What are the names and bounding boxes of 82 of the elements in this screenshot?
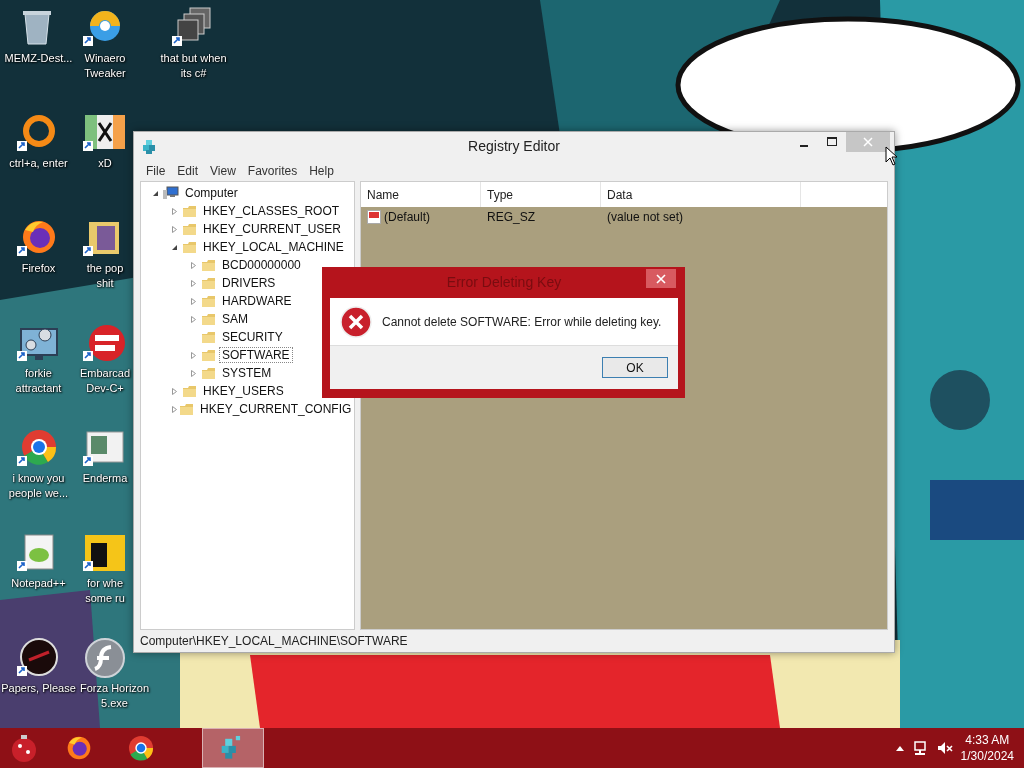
expand-arrow-icon[interactable] [189,314,198,324]
expand-arrow-icon[interactable] [189,260,198,270]
clock-time: 4:33 AM [964,732,1011,748]
folder-icon [201,366,216,380]
expand-arrow-icon[interactable] [189,350,198,360]
icon-label[interactable]: that but when its c# [160,51,227,81]
expand-arrow-icon[interactable] [170,386,179,396]
tree-item[interactable]: SECURITY [219,329,286,345]
app-icon [142,139,158,156]
icon-label[interactable]: i know you people we... [8,471,69,501]
tree-item[interactable]: HKEY_USERS [200,383,287,399]
dialog-title: Error Deleting Key [446,273,562,292]
tree-item[interactable]: HKEY_CURRENT_USER [200,221,345,237]
ornament-icon [9,733,39,763]
string-value-icon [367,210,381,224]
icon-label[interactable]: for whe some ru [85,576,125,606]
folder-icon [201,294,216,308]
menu-item[interactable]: Help [303,162,340,180]
icon-label[interactable]: forkie attractant [15,366,62,396]
folder-icon [182,222,197,236]
icon-label[interactable]: Winaero Tweaker [84,51,126,81]
icon-label[interactable]: the pop shit [86,261,124,291]
expand-arrow-icon[interactable] [170,206,179,216]
column-header[interactable]: Data [601,182,801,207]
menu-item[interactable]: Favorites [241,162,304,180]
value-name[interactable]: (Default) [381,208,430,226]
value-data: (value not set) [606,209,684,226]
tree-item[interactable]: SYSTEM [219,365,275,381]
caret-icon[interactable] [894,744,905,752]
icon-label[interactable]: Notepad++ [11,576,66,591]
tree-item[interactable]: BCD00000000 [219,257,304,273]
expand-arrow-icon[interactable] [170,404,179,414]
minimize-icon [800,144,808,147]
tree-item[interactable]: HKEY_CURRENT_CONFIG [197,401,354,417]
close-button[interactable] [646,269,676,288]
icon-label[interactable]: Papers, Please [1,681,76,696]
icon-label[interactable]: Forza Horizon 5.exe [80,681,150,711]
tree-item[interactable]: HKEY_CLASSES_ROOT [200,203,343,219]
icon-label[interactable]: ctrl+a, enter [9,156,68,171]
expand-arrow-icon[interactable] [189,296,198,306]
expand-arrow-icon[interactable] [189,368,198,378]
column-header[interactable]: Name [361,182,481,207]
clock-date: 1/30/2024 [960,748,1014,764]
window-title: Registry Editor [468,137,560,156]
column-header[interactable]: Type [481,182,601,207]
icon-label[interactable]: Firefox [21,261,56,276]
ok-button[interactable]: OK [602,357,668,378]
icon-label[interactable]: MEMZ-Dest... [4,51,73,66]
close-icon [863,137,873,147]
folder-icon [182,384,197,398]
tree-item[interactable]: SOFTWARE [219,347,293,363]
computer-icon [163,186,179,200]
tree-item[interactable]: HKEY_LOCAL_MACHINE [200,239,347,255]
folder-icon [201,330,216,344]
network-icon[interactable] [912,740,929,756]
icon-label[interactable]: Embarcad Dev-C+ [79,366,131,396]
tree-item[interactable]: DRIVERS [219,275,279,291]
folder-icon [182,204,197,218]
menu-item[interactable]: File [140,162,172,180]
muted-speaker-icon[interactable] [936,740,953,756]
folder-icon [201,348,216,362]
expand-arrow-icon[interactable] [170,224,179,234]
menu-item[interactable]: Edit [171,162,205,180]
error-icon [340,305,372,338]
folder-icon [201,258,216,272]
maximize-icon [827,137,837,147]
menu-item[interactable]: View [204,162,242,180]
status-text: Computer\HKEY_LOCAL_MACHINE\SOFTWARE [140,633,408,650]
icon-label[interactable]: xD [98,156,112,171]
value-type: REG_SZ [486,209,536,226]
folder-icon [201,312,216,326]
folder-icon [201,276,216,290]
icon-label[interactable]: Enderma [82,471,128,486]
tree-item[interactable]: Computer [182,185,241,201]
folder-icon [182,240,197,254]
folder-icon [179,402,194,416]
error-message: Cannot delete SOFTWARE: Error while deleting key. [382,313,662,331]
expand-arrow-icon[interactable] [189,278,198,288]
close-icon [656,273,666,284]
tree-item[interactable]: HARDWARE [219,293,295,309]
mouse-cursor-icon [885,146,898,166]
tree-item[interactable]: SAM [219,311,251,327]
